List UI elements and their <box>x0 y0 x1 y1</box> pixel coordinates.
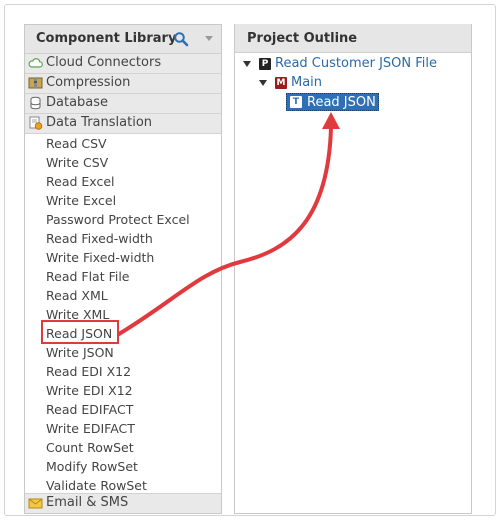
email-icon <box>28 498 43 509</box>
category-label: Database <box>46 95 109 110</box>
category-email-sms[interactable]: Email & SMS <box>25 493 221 513</box>
expand-triangle-icon[interactable] <box>243 61 251 67</box>
category-compression[interactable]: Compression <box>25 74 221 94</box>
component-item-write-fixed-width[interactable]: Write Fixed-width <box>25 248 221 267</box>
component-item-write-csv[interactable]: Write CSV <box>25 153 221 172</box>
component-library-header: Component Library <box>25 25 221 54</box>
module-icon: M <box>275 77 287 89</box>
component-item-read-edifact[interactable]: Read EDIFACT <box>25 400 221 419</box>
tree-node-label: Main <box>291 75 323 90</box>
tree-node-task-selected[interactable]: T Read JSON <box>286 93 379 111</box>
database-icon <box>30 96 41 110</box>
expand-triangle-icon[interactable] <box>259 80 267 86</box>
component-item-read-flat-file[interactable]: Read Flat File <box>25 267 221 286</box>
project-outline-panel: Project Outline P Read Customer JSON Fil… <box>234 24 472 514</box>
component-library-title: Component Library <box>36 31 177 46</box>
category-label: Data Translation <box>46 115 153 130</box>
component-item-password-protect-excel[interactable]: Password Protect Excel <box>25 210 221 229</box>
tree-node-label: Read JSON <box>307 95 376 110</box>
category-cloud-connectors[interactable]: Cloud Connectors <box>25 54 221 74</box>
component-item-write-edifact[interactable]: Write EDIFACT <box>25 419 221 438</box>
component-list: Read CSV Write CSV Read Excel Write Exce… <box>25 134 221 495</box>
category-label: Cloud Connectors <box>46 55 162 70</box>
project-outline-header: Project Outline <box>235 24 471 53</box>
component-item-read-excel[interactable]: Read Excel <box>25 172 221 191</box>
cloud-icon <box>28 58 43 68</box>
search-icon[interactable] <box>173 31 189 47</box>
component-item-read-xml[interactable]: Read XML <box>25 286 221 305</box>
project-icon: P <box>259 58 271 70</box>
component-item-count-rowset[interactable]: Count RowSet <box>25 438 221 457</box>
tree-node-label: Read Customer JSON File <box>275 56 438 71</box>
component-item-write-edi-x12[interactable]: Write EDI X12 <box>25 381 221 400</box>
component-item-read-csv[interactable]: Read CSV <box>25 134 221 153</box>
read-json-highlight <box>41 320 119 344</box>
data-translation-icon <box>29 116 43 130</box>
category-data-translation[interactable]: Data Translation <box>25 114 221 134</box>
component-item-write-excel[interactable]: Write Excel <box>25 191 221 210</box>
chevron-down-icon[interactable] <box>205 36 213 41</box>
category-database[interactable]: Database <box>25 94 221 114</box>
component-item-modify-rowset[interactable]: Modify RowSet <box>25 457 221 476</box>
task-icon: T <box>290 96 302 108</box>
component-item-read-edi-x12[interactable]: Read EDI X12 <box>25 362 221 381</box>
category-label: Email & SMS <box>46 495 129 510</box>
component-item-read-fixed-width[interactable]: Read Fixed-width <box>25 229 221 248</box>
category-label: Compression <box>46 75 131 90</box>
compression-icon <box>28 77 43 89</box>
project-outline-title: Project Outline <box>247 31 358 46</box>
component-library-panel: Component Library Cloud Connectors Compr… <box>24 24 222 514</box>
component-item-write-json[interactable]: Write JSON <box>25 343 221 362</box>
